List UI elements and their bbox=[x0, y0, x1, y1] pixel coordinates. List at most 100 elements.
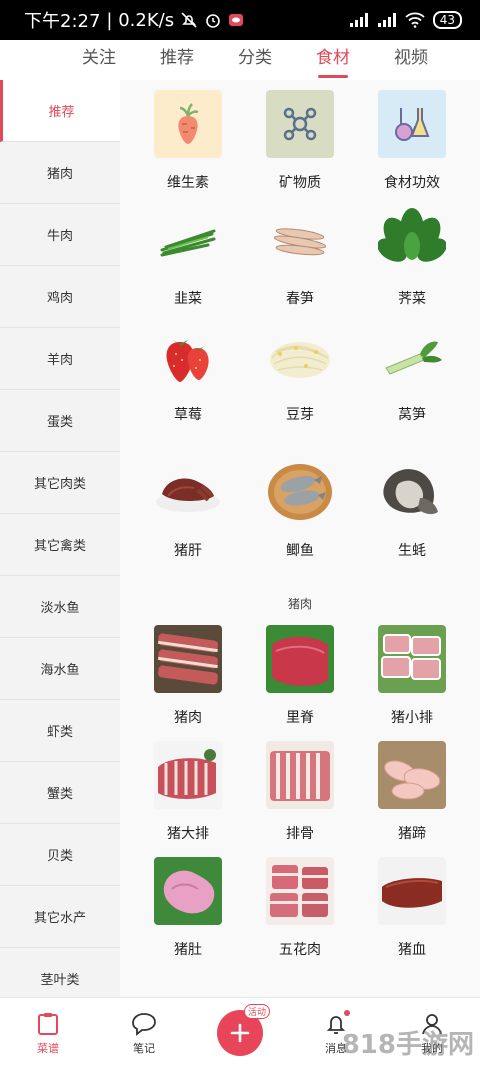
sidebar-item-other-seafood[interactable]: 其它水产 bbox=[0, 886, 120, 948]
network-speed: | 0.2K/s bbox=[106, 9, 175, 31]
app-notification-icon bbox=[228, 12, 244, 28]
shepherds-purse-image bbox=[378, 206, 446, 274]
strawberry-image bbox=[154, 322, 222, 390]
pig-blood-image bbox=[378, 857, 446, 925]
ingredient-label: 草莓 bbox=[174, 407, 202, 423]
ingredient-label: 猪肚 bbox=[174, 942, 202, 958]
ingredient-item[interactable]: 里脊 bbox=[244, 615, 356, 731]
ingredient-item[interactable]: 猪肚 bbox=[132, 847, 244, 963]
pork-ribs-small-image bbox=[378, 625, 446, 693]
status-bar: 下午2:27 | 0.2K/s 43 bbox=[0, 0, 480, 40]
ingredient-item[interactable]: 荠菜 bbox=[356, 196, 468, 312]
tab-ingredients[interactable]: 食材 bbox=[294, 40, 372, 80]
sidebar-item-freshwater-fish[interactable]: 淡水鱼 bbox=[0, 576, 120, 638]
crucian-carp-image bbox=[266, 458, 334, 526]
sidebar-item-shellfish[interactable]: 贝类 bbox=[0, 824, 120, 886]
alarm-icon bbox=[204, 11, 222, 29]
ingredient-label: 生蚝 bbox=[398, 543, 426, 559]
mute-icon bbox=[180, 11, 198, 29]
ingredient-label: 食材功效 bbox=[384, 175, 440, 191]
ingredient-item[interactable]: 猪肝 bbox=[132, 428, 244, 568]
bamboo-shoot-image bbox=[266, 206, 334, 274]
pork-chop-image bbox=[154, 741, 222, 809]
ingredient-item[interactable]: 猪大排 bbox=[132, 731, 244, 847]
sidebar-item-beef[interactable]: 牛肉 bbox=[0, 204, 120, 266]
recommend-grid: 维生素 矿物质 食材功效 韭菜 春笋 荠菜 草莓 豆芽 莴笋 猪肝 鲫鱼 生蚝 bbox=[132, 80, 468, 568]
bean-sprout-image bbox=[266, 322, 334, 390]
ingredient-label: 猪小排 bbox=[391, 710, 433, 726]
oyster-image bbox=[378, 458, 446, 526]
ingredient-label: 猪肝 bbox=[174, 543, 202, 559]
unread-dot bbox=[344, 1010, 350, 1016]
ingredient-label: 春笋 bbox=[286, 291, 314, 307]
ingredient-label: 猪大排 bbox=[167, 826, 209, 842]
sidebar-item-recommend[interactable]: 推荐 bbox=[0, 80, 120, 142]
flask-icon bbox=[378, 90, 446, 158]
ingredient-item[interactable]: 鲫鱼 bbox=[244, 428, 356, 568]
activity-badge: 活动 bbox=[244, 1004, 271, 1019]
nav-notes-label: 笔记 bbox=[133, 1041, 155, 1055]
tab-category[interactable]: 分类 bbox=[216, 40, 294, 80]
ingredient-label: 鲫鱼 bbox=[286, 543, 314, 559]
sidebar-item-eggs[interactable]: 蛋类 bbox=[0, 390, 120, 452]
sidebar-item-shrimp[interactable]: 虾类 bbox=[0, 700, 120, 762]
ingredient-item[interactable]: 五花肉 bbox=[244, 847, 356, 963]
category-sidebar: 推荐 猪肉 牛肉 鸡肉 羊肉 蛋类 其它肉类 其它禽类 淡水鱼 海水鱼 虾类 蟹… bbox=[0, 80, 120, 997]
nav-recipes-label: 菜谱 bbox=[37, 1041, 59, 1055]
sidebar-item-stem-leaf[interactable]: 茎叶类 bbox=[0, 948, 120, 997]
sidebar-item-chicken[interactable]: 鸡肉 bbox=[0, 266, 120, 328]
ingredient-item[interactable]: 猪小排 bbox=[356, 615, 468, 731]
pork-belly-image bbox=[266, 857, 334, 925]
nav-recipes[interactable]: 菜谱 bbox=[0, 998, 96, 1067]
status-time: 下午2:27 bbox=[24, 11, 101, 32]
tab-recommend[interactable]: 推荐 bbox=[138, 40, 216, 80]
signal-icon-2 bbox=[377, 12, 397, 28]
ingredient-label: 韭菜 bbox=[174, 291, 202, 307]
spare-ribs-image bbox=[266, 741, 334, 809]
ingredient-label: 里脊 bbox=[286, 710, 314, 726]
ingredient-item[interactable]: 春笋 bbox=[244, 196, 356, 312]
nav-notes[interactable]: 笔记 bbox=[96, 998, 192, 1067]
sidebar-item-pork[interactable]: 猪肉 bbox=[0, 142, 120, 204]
ingredient-item[interactable]: 排骨 bbox=[244, 731, 356, 847]
ingredient-item[interactable]: 豆芽 bbox=[244, 312, 356, 428]
ingredient-item[interactable]: 矿物质 bbox=[244, 80, 356, 196]
bottom-nav: 菜谱 笔记 活动 消息 我的 818手游网 bbox=[0, 997, 480, 1067]
sidebar-item-crab[interactable]: 蟹类 bbox=[0, 762, 120, 824]
ingredient-item[interactable]: 猪血 bbox=[356, 847, 468, 963]
ingredient-label: 排骨 bbox=[286, 826, 314, 842]
pork-liver-image bbox=[154, 458, 222, 526]
pig-trotter-image bbox=[378, 741, 446, 809]
ingredient-label: 莴笋 bbox=[398, 407, 426, 423]
sidebar-item-other-poultry[interactable]: 其它禽类 bbox=[0, 514, 120, 576]
tab-video[interactable]: 视频 bbox=[372, 40, 450, 80]
sidebar-item-sea-fish[interactable]: 海水鱼 bbox=[0, 638, 120, 700]
pork-image bbox=[154, 625, 222, 693]
lettuce-stem-image bbox=[378, 322, 446, 390]
section-title-pork: 猪肉 bbox=[287, 597, 312, 611]
tab-follow[interactable]: 关注 bbox=[60, 40, 138, 80]
signal-icon bbox=[349, 12, 369, 28]
sidebar-item-other-meat[interactable]: 其它肉类 bbox=[0, 452, 120, 514]
ingredient-item[interactable]: 食材功效 bbox=[356, 80, 468, 196]
ingredient-item[interactable]: 维生素 bbox=[132, 80, 244, 196]
battery-indicator: 43 bbox=[432, 11, 462, 29]
ingredient-item[interactable]: 莴笋 bbox=[356, 312, 468, 428]
ingredient-item[interactable]: 猪肉 bbox=[132, 615, 244, 731]
molecule-icon bbox=[266, 90, 334, 158]
chat-bubble-icon bbox=[131, 1010, 157, 1038]
plus-icon bbox=[230, 1023, 250, 1042]
ingredient-label: 荠菜 bbox=[398, 291, 426, 307]
ingredient-label: 维生素 bbox=[167, 175, 209, 191]
watermark: 818手游网 bbox=[341, 1030, 474, 1060]
sidebar-item-mutton[interactable]: 羊肉 bbox=[0, 328, 120, 390]
ingredient-content: 维生素 矿物质 食材功效 韭菜 春笋 荠菜 草莓 豆芽 莴笋 猪肝 鲫鱼 生蚝 … bbox=[120, 80, 480, 997]
ingredient-item[interactable]: 草莓 bbox=[132, 312, 244, 428]
ingredient-item[interactable]: 生蚝 bbox=[356, 428, 468, 568]
ingredient-item[interactable]: 猪蹄 bbox=[356, 731, 468, 847]
ingredient-item[interactable]: 韭菜 bbox=[132, 196, 244, 312]
ingredient-label: 矿物质 bbox=[279, 175, 321, 191]
chives-image bbox=[154, 206, 222, 274]
wifi-icon bbox=[405, 12, 425, 28]
nav-publish[interactable]: 活动 bbox=[192, 998, 288, 1067]
